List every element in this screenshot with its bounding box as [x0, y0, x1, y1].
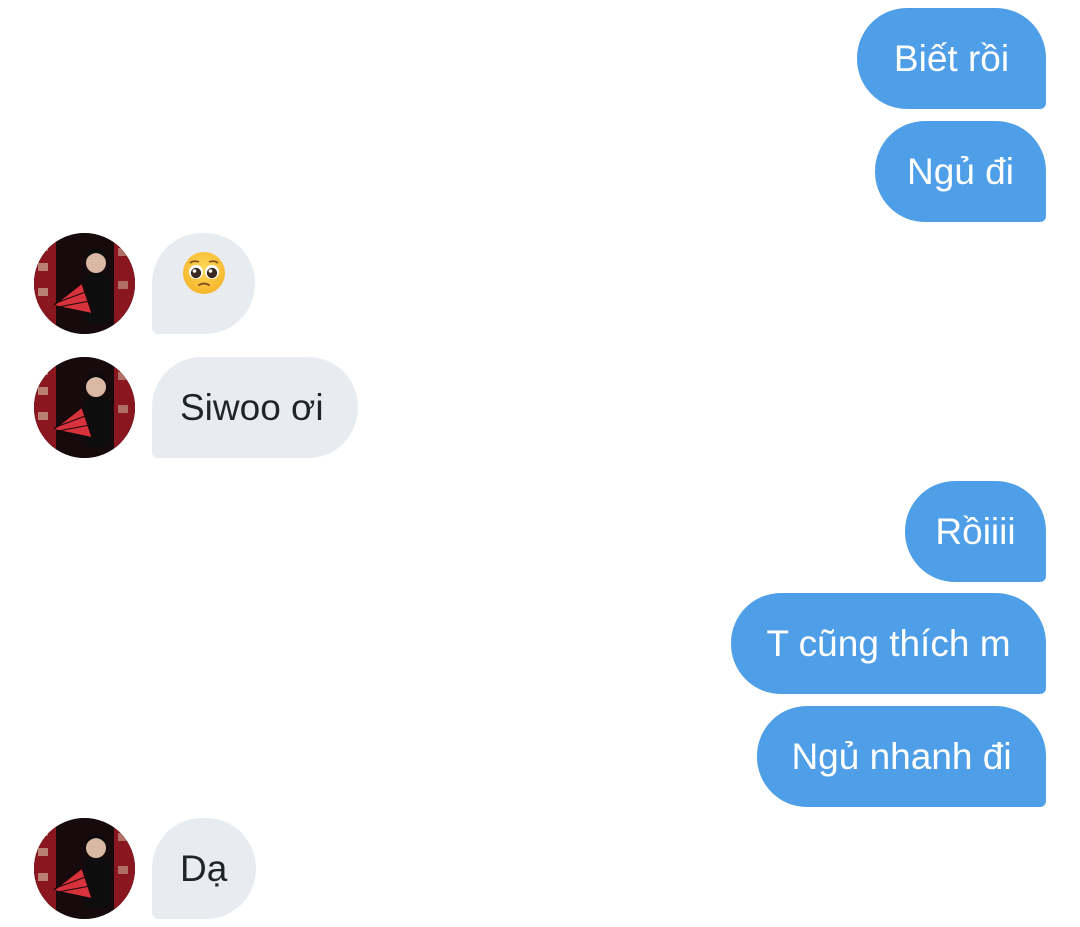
- contact-avatar[interactable]: [34, 233, 135, 334]
- message-text: Dạ: [180, 848, 228, 889]
- outgoing-message-bubble[interactable]: Biết rồi: [857, 8, 1046, 109]
- message-text: Siwoo ơi: [180, 387, 324, 428]
- avatar-image: [34, 818, 135, 919]
- outgoing-message-bubble[interactable]: T cũng thích m: [731, 593, 1046, 694]
- message-text: T cũng thích m: [766, 623, 1011, 664]
- message-text: Ngủ đi: [907, 151, 1014, 192]
- contact-avatar[interactable]: [34, 818, 135, 919]
- avatar-image: [34, 233, 135, 334]
- outgoing-message-bubble[interactable]: Ngủ nhanh đi: [757, 706, 1046, 807]
- incoming-message-bubble[interactable]: Dạ: [152, 818, 256, 919]
- incoming-message-bubble[interactable]: [152, 233, 255, 334]
- contact-avatar[interactable]: [34, 357, 135, 458]
- incoming-message-bubble[interactable]: Siwoo ơi: [152, 357, 358, 458]
- avatar-image: [34, 357, 135, 458]
- outgoing-message-bubble[interactable]: Ngủ đi: [875, 121, 1046, 222]
- message-text: Biết rồi: [893, 38, 1010, 79]
- pleading-face-icon: [181, 233, 227, 334]
- chat-thread: Biết rồi Ngủ đi Siwoo ơi Rồiiii T cũng t…: [0, 0, 1080, 927]
- message-text: Rồiiii: [935, 511, 1016, 552]
- message-text: Ngủ nhanh đi: [791, 736, 1012, 777]
- outgoing-message-bubble[interactable]: Rồiiii: [905, 481, 1046, 582]
